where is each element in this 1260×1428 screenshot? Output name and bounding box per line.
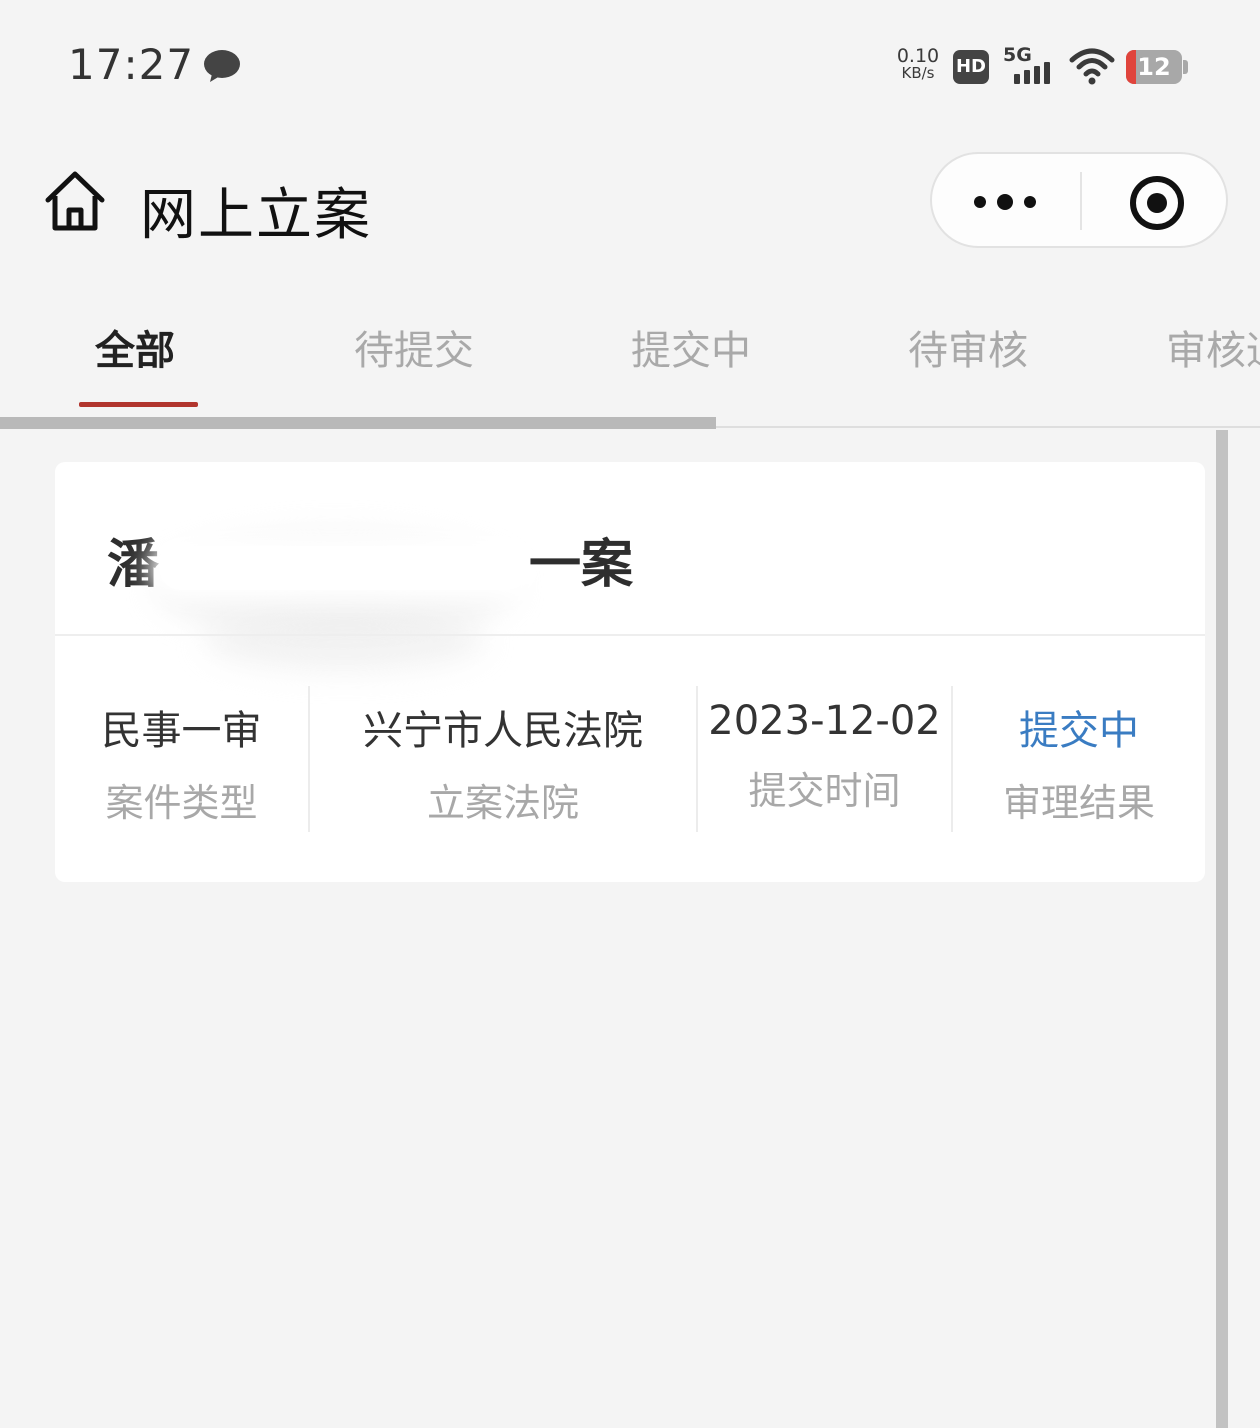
hd-icon: HD	[953, 50, 989, 84]
redacted-party-names	[159, 546, 530, 590]
wifi-icon	[1068, 48, 1116, 90]
tab-baseline	[716, 426, 1260, 428]
result-status-value: 提交中	[1019, 708, 1139, 754]
net-speed-value: 0.10	[896, 45, 940, 67]
active-tab-indicator	[79, 402, 198, 407]
result-label: 审理结果	[1002, 781, 1155, 825]
court-value: 兴宁市人民法院	[363, 708, 643, 754]
court-field: 兴宁市人民法院 立案法院	[310, 698, 696, 827]
case-title-start: 潘	[107, 535, 160, 595]
tab-submitting[interactable]: 提交中	[631, 318, 751, 376]
submit-time-field: 2023-12-02 提交时间	[698, 698, 951, 815]
target-icon[interactable]	[1128, 174, 1186, 236]
case-type-label: 案件类型	[105, 781, 258, 825]
battery-level: 12	[1137, 53, 1171, 81]
tab-pending-submit[interactable]: 待提交	[354, 318, 474, 376]
screen: 17:27 0.10 KB/s HD 5G 12 网上立案 全部 待提交 提交中…	[0, 0, 1260, 1428]
case-type-field: 民事一审 案件类型	[55, 698, 308, 827]
home-icon[interactable]	[42, 170, 108, 238]
more-icon[interactable]	[972, 190, 1038, 218]
submit-time-label: 提交时间	[748, 769, 901, 813]
nav-bar: 网上立案	[0, 130, 1260, 280]
network-type-label: 5G	[1003, 44, 1032, 66]
case-type-value: 民事一审	[101, 708, 262, 754]
status-bar: 17:27 0.10 KB/s HD 5G 12	[0, 0, 1260, 130]
vertical-scrollbar[interactable]	[1216, 430, 1228, 1428]
submit-time-value: 2023-12-02	[708, 698, 941, 744]
redaction-blur-lower	[205, 612, 485, 672]
case-title: 潘 一案	[107, 522, 633, 597]
court-label: 立案法院	[426, 781, 579, 825]
message-icon	[202, 48, 242, 88]
tab-pending-review[interactable]: 待审核	[908, 318, 1028, 376]
tab-all[interactable]: 全部	[95, 318, 175, 376]
tab-review-passed[interactable]: 审核通	[1166, 318, 1260, 376]
case-card[interactable]: 潘 一案 民事一审 案件类型 兴宁市人民法院 立案法院 2023-12-02 提交…	[55, 462, 1205, 882]
battery-icon: 12	[1126, 50, 1182, 84]
mini-program-capsule	[930, 152, 1228, 248]
case-title-end: 一案	[529, 535, 634, 595]
capsule-divider	[1080, 172, 1082, 230]
page-title: 网上立案	[140, 183, 372, 248]
battery-tip	[1183, 60, 1188, 74]
card-divider	[55, 634, 1205, 636]
net-speed-unit: KB/s	[901, 64, 935, 82]
net-speed: 0.10 KB/s	[894, 45, 942, 82]
tab-bar: 全部 待提交 提交中 待审核 审核通	[0, 280, 1260, 430]
result-field: 提交中 审理结果	[953, 698, 1205, 827]
tab-scrollbar[interactable]	[0, 417, 716, 429]
status-time: 17:27	[68, 40, 195, 89]
